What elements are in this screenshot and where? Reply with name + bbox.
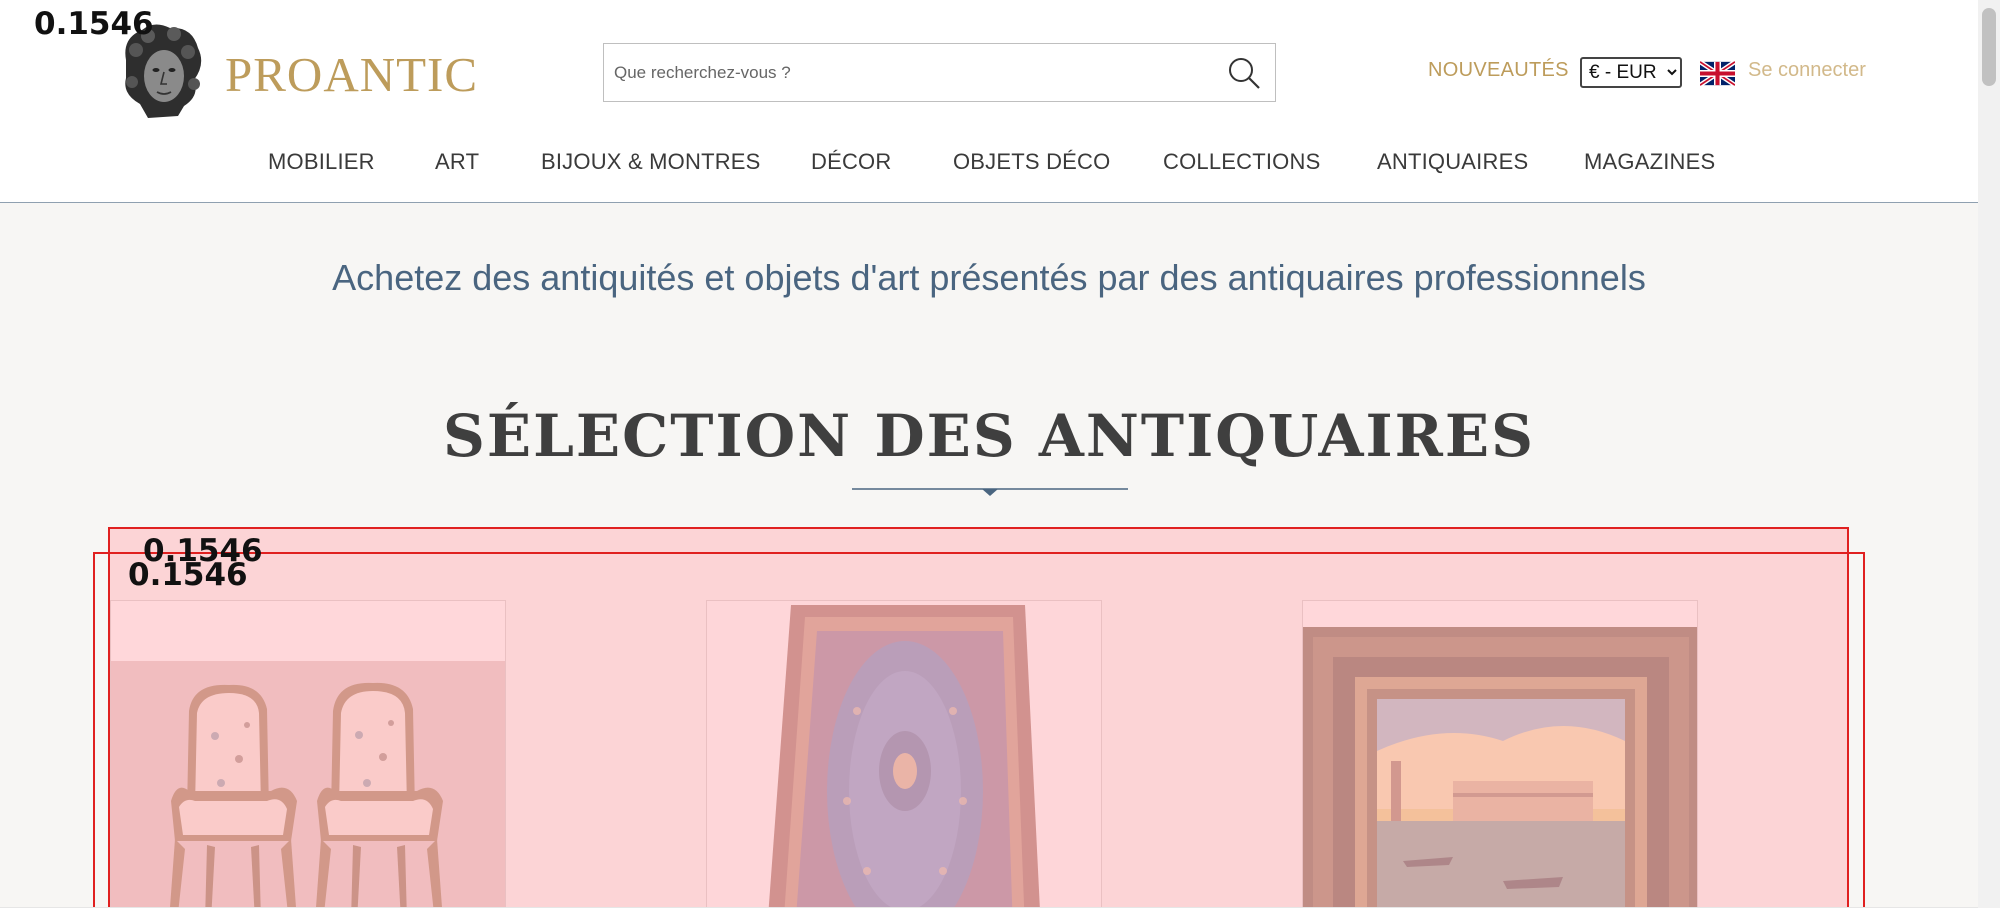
nav-item-art[interactable]: ART [435, 149, 479, 175]
currency-select[interactable]: € - EUR [1580, 57, 1682, 88]
nav-item-magazines[interactable]: MAGAZINES [1584, 149, 1715, 175]
nav-item-decor[interactable]: DÉCOR [811, 149, 891, 175]
page-scrollbar[interactable] [1978, 0, 2000, 908]
nav-item-objets-deco[interactable]: OBJETS DÉCO [953, 149, 1110, 175]
main-nav: MOBILIER ART BIJOUX & MONTRES DÉCOR OBJE… [0, 149, 1978, 179]
new-arrivals-link[interactable]: NOUVEAUTÉS [1428, 59, 1569, 82]
selection-overlay-outer [93, 552, 1865, 908]
score-label-overlay-outer: 0.1546 [128, 557, 248, 593]
score-label-top: 0.1546 [34, 6, 154, 42]
search-icon[interactable] [1227, 56, 1261, 90]
uk-flag-icon[interactable] [1700, 61, 1735, 86]
page-tagline: Achetez des antiquités et objets d'art p… [332, 257, 1646, 298]
section-title: SÉLECTION DES ANTIQUAIRES [443, 402, 1535, 470]
site-header: PROANTIC NOUVEAUTÉS € - EUR Se connecter… [0, 0, 1978, 203]
scrollbar-thumb[interactable] [1982, 8, 1996, 86]
nav-item-mobilier[interactable]: MOBILIER [268, 149, 375, 175]
title-divider [852, 488, 1128, 496]
login-link[interactable]: Se connecter [1748, 59, 1866, 82]
nav-item-collections[interactable]: COLLECTIONS [1163, 149, 1320, 175]
logo-text[interactable]: PROANTIC [225, 46, 478, 103]
nav-item-antiquaires[interactable]: ANTIQUAIRES [1377, 149, 1528, 175]
search-input[interactable] [614, 44, 1204, 101]
search-box [603, 43, 1276, 102]
nav-item-bijoux-montres[interactable]: BIJOUX & MONTRES [541, 149, 761, 175]
